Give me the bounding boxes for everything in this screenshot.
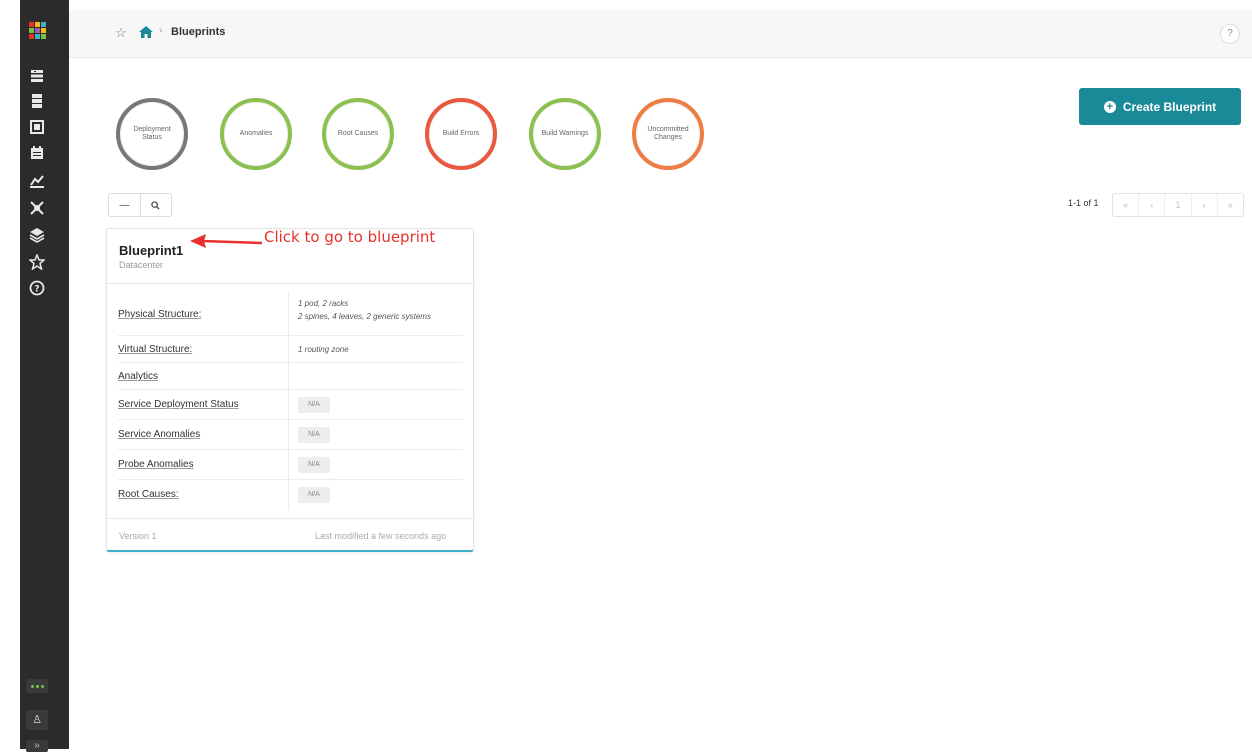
physical-structure-value-1: 1 pod, 2 racks xyxy=(298,299,349,308)
blueprint-card: Blueprint1 Datacenter Physical Structure… xyxy=(106,228,474,552)
root-causes-label: Root Causes xyxy=(337,130,379,137)
create-blueprint-button[interactable]: + Create Blueprint xyxy=(1079,88,1241,125)
logo-tile xyxy=(41,22,46,27)
first-page-button[interactable]: « xyxy=(1113,194,1138,216)
collapse-icon[interactable]: — xyxy=(109,194,140,216)
root-causes-circle[interactable]: Root Causes xyxy=(322,98,394,170)
uncommitted-changes-label: Uncommitted Changes xyxy=(647,126,689,141)
page-title: Blueprints xyxy=(171,26,226,38)
status-badge: N/A xyxy=(298,457,330,473)
platform-icon[interactable] xyxy=(29,227,45,243)
user-icon[interactable]: ♙ xyxy=(26,710,48,730)
devices-icon[interactable] xyxy=(29,93,45,109)
resources-icon[interactable] xyxy=(29,145,45,161)
anomalies-label: Anomalies xyxy=(239,130,273,137)
service-deployment-row: Service Deployment Status N/A xyxy=(118,390,463,420)
build-warnings-label: Build Warnings xyxy=(541,130,589,137)
physical-structure-value-2: 2 spines, 4 leaves, 2 generic systems xyxy=(298,312,431,321)
blueprint-version: Version 1 xyxy=(119,531,157,541)
pagination: « ‹ 1 › » xyxy=(1112,193,1244,217)
uncommitted-changes-circle[interactable]: Uncommitted Changes xyxy=(632,98,704,170)
status-dots-icon[interactable] xyxy=(26,679,48,693)
prev-page-button[interactable]: ‹ xyxy=(1138,194,1164,216)
design-icon[interactable] xyxy=(29,119,45,135)
last-page-button[interactable]: » xyxy=(1216,194,1243,216)
service-deployment-status-label[interactable]: Service Deployment Status xyxy=(118,399,239,410)
pagination-summary: 1-1 of 1 xyxy=(1068,198,1099,208)
build-errors-label: Build Errors xyxy=(442,130,480,137)
logo-tile xyxy=(29,28,34,33)
plus-circle-icon: + xyxy=(1103,100,1116,113)
search-icon[interactable] xyxy=(139,194,171,216)
physical-structure-row: Physical Structure: 1 pod, 2 racks 2 spi… xyxy=(118,291,463,336)
root-causes-row: Root Causes: N/A xyxy=(118,480,463,510)
virtual-structure-row: Virtual Structure: 1 routing zone xyxy=(118,336,463,363)
physical-structure-label[interactable]: Physical Structure: xyxy=(118,309,201,320)
logo-tile xyxy=(35,22,40,27)
list-toolbar: — xyxy=(108,193,172,217)
home-icon[interactable] xyxy=(139,26,153,38)
favorites-icon[interactable] xyxy=(29,254,45,270)
service-anomalies-row: Service Anomalies N/A xyxy=(118,420,463,450)
logo-tile xyxy=(41,28,46,33)
card-divider xyxy=(107,518,473,519)
blueprints-icon[interactable] xyxy=(29,68,45,84)
create-blueprint-label: Create Blueprint xyxy=(1122,99,1217,114)
last-modified: Last modified a few seconds ago xyxy=(315,531,447,541)
analytics-icon[interactable] xyxy=(29,173,45,189)
build-errors-circle[interactable]: Build Errors xyxy=(425,98,497,170)
deployment-status-label: Deployment Status xyxy=(133,126,171,141)
help-button[interactable]: ? xyxy=(1220,24,1240,44)
status-badge: N/A xyxy=(298,427,330,443)
probe-anomalies-row: Probe Anomalies N/A xyxy=(118,450,463,480)
service-anomalies-label[interactable]: Service Anomalies xyxy=(118,429,200,440)
next-page-button[interactable]: › xyxy=(1190,194,1217,216)
anomalies-circle[interactable]: Anomalies xyxy=(220,98,292,170)
analytics-label[interactable]: Analytics xyxy=(118,371,158,382)
sidebar-panel xyxy=(20,0,69,749)
breadcrumb-separator: › xyxy=(159,25,163,36)
blueprint-name-link[interactable]: Blueprint1 xyxy=(119,243,183,258)
page-header: ☆ › Blueprints ? xyxy=(69,10,1252,58)
logo-tile xyxy=(35,28,40,33)
annotation-arrow-icon xyxy=(190,234,262,248)
page-number-button[interactable]: 1 xyxy=(1164,194,1190,216)
status-badge: N/A xyxy=(298,397,330,413)
probe-anomalies-label[interactable]: Probe Anomalies xyxy=(118,459,194,470)
build-warnings-circle[interactable]: Build Warnings xyxy=(529,98,601,170)
annotation-text: Click to go to blueprint xyxy=(264,228,436,246)
logo-tile xyxy=(41,34,46,39)
analytics-row: Analytics xyxy=(118,363,463,390)
logo-tile xyxy=(29,34,34,39)
root-causes-label[interactable]: Root Causes: xyxy=(118,489,179,500)
svg-text:?: ? xyxy=(34,285,39,295)
virtual-structure-value: 1 routing zone xyxy=(298,345,349,354)
status-badge: N/A xyxy=(298,487,330,503)
logo-tile xyxy=(29,22,34,27)
collapse-sidebar-icon[interactable]: » xyxy=(26,740,48,752)
deployment-status-circle[interactable]: Deployment Status xyxy=(116,98,188,170)
card-divider xyxy=(107,283,473,284)
virtual-structure-label[interactable]: Virtual Structure: xyxy=(118,344,192,355)
blueprint-type: Datacenter xyxy=(119,260,164,270)
help-icon[interactable]: ? xyxy=(29,280,45,296)
favorite-star-icon[interactable]: ☆ xyxy=(115,25,127,41)
app-logo[interactable] xyxy=(29,22,46,39)
sidebar: ? ♙ » xyxy=(0,0,69,752)
logo-tile xyxy=(35,34,40,39)
external-systems-icon[interactable] xyxy=(29,200,45,216)
